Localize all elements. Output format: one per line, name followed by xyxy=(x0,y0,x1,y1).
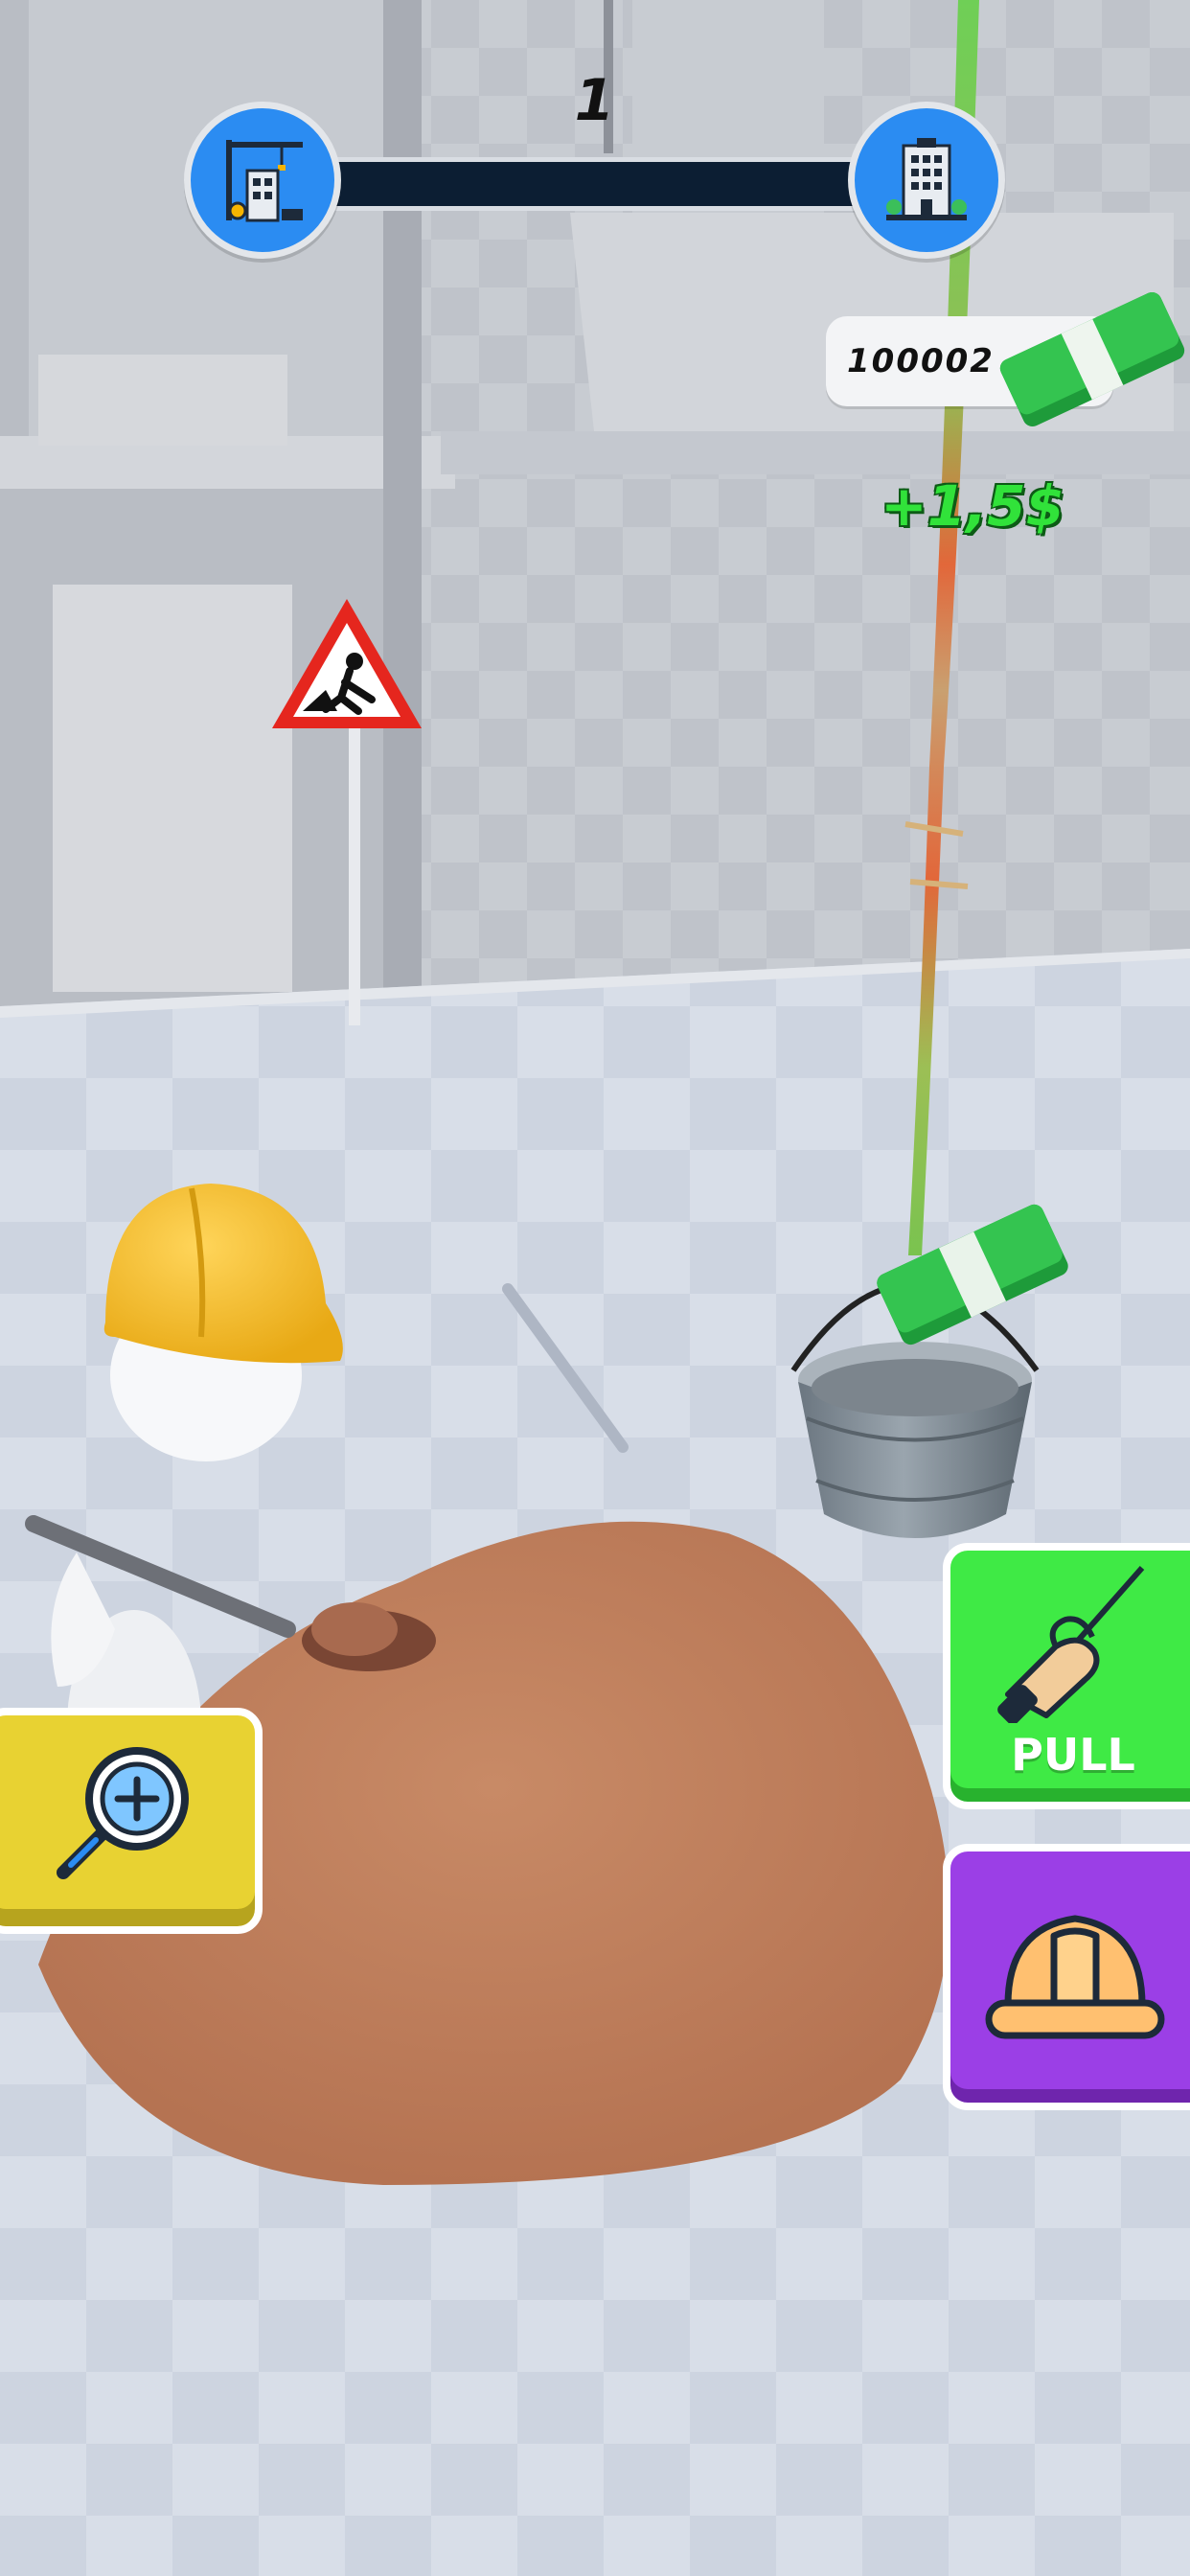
helmet-upgrade-button[interactable] xyxy=(943,1844,1190,2110)
level-number: 1 xyxy=(574,67,616,134)
construction-site-icon xyxy=(226,140,303,222)
end-stage-badge xyxy=(848,102,1005,259)
money-value: 100002 xyxy=(847,342,995,380)
start-stage-badge xyxy=(184,102,341,259)
magnifier-plus-icon xyxy=(57,1747,189,1879)
hard-hat-icon xyxy=(985,1915,1165,2039)
pull-button-label: PULL xyxy=(1011,1729,1135,1781)
hand-pulling-rope-icon xyxy=(997,1566,1145,1723)
income-popup: +1,5$ xyxy=(881,473,1064,539)
level-progress-bar xyxy=(307,157,910,211)
cash-stack-icon xyxy=(999,291,1185,427)
pull-button[interactable]: PULL xyxy=(943,1543,1190,1809)
zoom-button[interactable] xyxy=(0,1708,263,1934)
finished-building-icon xyxy=(886,138,967,220)
